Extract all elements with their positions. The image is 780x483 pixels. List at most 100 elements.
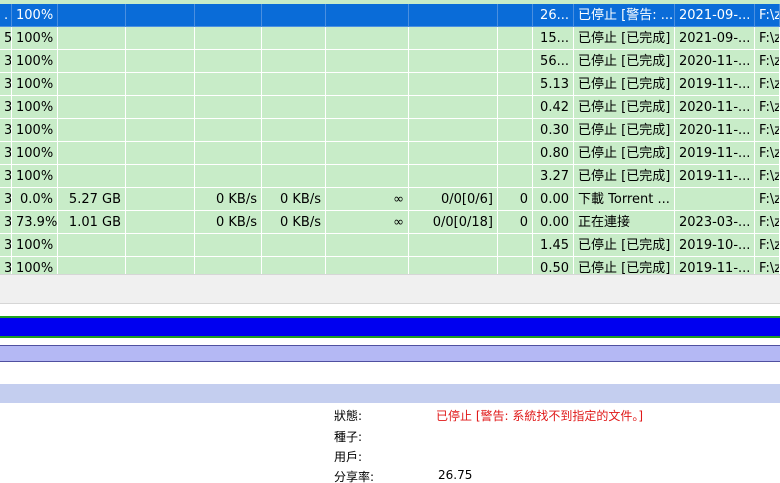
cell-index: 3 [0, 257, 12, 274]
table-row[interactable]: 3 100% 0.42 已停止 [已完成] 2020-11-... F:\z [0, 96, 780, 119]
cell-download-speed [195, 257, 262, 274]
cell-eta: ∞ [326, 188, 409, 211]
cell-upload-speed [262, 142, 326, 165]
cell-blank [126, 142, 195, 165]
share-ratio-label: 分享率: [334, 470, 375, 483]
cell-status: 已停止 [已完成] [574, 165, 675, 188]
download-progress-bar [0, 316, 780, 338]
cell-peers [498, 27, 533, 50]
cell-ratio: 1.45 [533, 234, 574, 257]
cell-ratio: 26... [533, 4, 574, 27]
cell-path: F:\z [755, 73, 780, 96]
table-row[interactable]: 3 73.9% 1.01 GB 0 KB/s 0 KB/s ∞ 0/0[0/18] 0 0.00… [0, 211, 780, 234]
cell-download-speed [195, 234, 262, 257]
cell-size: 5.27 GB [58, 188, 126, 211]
status-label: 狀態: [334, 409, 363, 423]
cell-size [58, 4, 126, 27]
cell-path: F:\z [755, 4, 780, 27]
cell-progress: 100% [12, 73, 58, 96]
cell-peers [498, 165, 533, 188]
cell-added-date: 2019-10-... [675, 234, 755, 257]
cell-status: 已停止 [已完成] [574, 27, 675, 50]
cell-download-speed [195, 27, 262, 50]
cell-blank [126, 73, 195, 96]
cell-download-speed [195, 4, 262, 27]
cell-peers [498, 4, 533, 27]
cell-index: 3 [0, 119, 12, 142]
cell-size [58, 257, 126, 274]
cell-progress: 100% [12, 142, 58, 165]
cell-index: 3 [0, 73, 12, 96]
cell-status: 下載 Torrent ... [574, 188, 675, 211]
cell-progress: 73.9% [12, 211, 58, 234]
cell-blank [126, 211, 195, 234]
horizontal-scrollbar[interactable] [0, 274, 780, 304]
availability-bar [0, 345, 780, 362]
user-label: 用戶: [334, 450, 363, 464]
cell-status: 已停止 [已完成] [574, 73, 675, 96]
cell-added-date: 2019-11-... [675, 73, 755, 96]
cell-size [58, 142, 126, 165]
cell-progress: 100% [12, 119, 58, 142]
cell-status: 正在連接 [574, 211, 675, 234]
cell-size [58, 165, 126, 188]
cell-upload-speed [262, 257, 326, 274]
cell-added-date: 2021-09-... [675, 27, 755, 50]
cell-status: 已停止 [已完成] [574, 234, 675, 257]
cell-peers [498, 50, 533, 73]
table-row[interactable]: 3 100% 0.80 已停止 [已完成] 2019-11-... F:\z [0, 142, 780, 165]
table-row[interactable]: 3 100% 56... 已停止 [已完成] 2020-11-... F:\z [0, 50, 780, 73]
cell-upload-speed: 0 KB/s [262, 211, 326, 234]
cell-blank [126, 119, 195, 142]
cell-index: 5 [0, 27, 12, 50]
torrent-list-table[interactable]: . 100% 26... 已停止 [警告: ... 2021-09-... F:\z 5 10… [0, 0, 780, 274]
cell-eta [326, 96, 409, 119]
table-row[interactable]: 3 0.0% 5.27 GB 0 KB/s 0 KB/s ∞ 0/0[0/6] 0 0.00 下載… [0, 188, 780, 211]
cell-download-speed [195, 119, 262, 142]
cell-seeds [409, 234, 498, 257]
cell-download-speed [195, 73, 262, 96]
cell-seeds [409, 142, 498, 165]
cell-ratio: 15... [533, 27, 574, 50]
cell-added-date: 2019-11-... [675, 142, 755, 165]
cell-progress: 100% [12, 27, 58, 50]
cell-path: F:\z [755, 27, 780, 50]
cell-size [58, 50, 126, 73]
cell-path: F:\z [755, 211, 780, 234]
cell-eta [326, 73, 409, 96]
table-row[interactable]: . 100% 26... 已停止 [警告: ... 2021-09-... F:\z [0, 4, 780, 27]
cell-index: 3 [0, 234, 12, 257]
table-row[interactable]: 3 100% 1.45 已停止 [已完成] 2019-10-... F:\z [0, 234, 780, 257]
app-window: . 100% 26... 已停止 [警告: ... 2021-09-... F:\z 5 10… [0, 0, 780, 483]
cell-eta [326, 165, 409, 188]
cell-download-speed [195, 142, 262, 165]
cell-added-date: 2023-03-... [675, 211, 755, 234]
table-row[interactable]: 3 100% 0.50 已停止 [已完成] 2019-11-... F:\z [0, 257, 780, 274]
table-row[interactable]: 3 100% 5.13 已停止 [已完成] 2019-11-... F:\z [0, 73, 780, 96]
cell-progress: 100% [12, 96, 58, 119]
cell-index: . [0, 4, 12, 27]
cell-seeds: 0/0[0/18] [409, 211, 498, 234]
cell-status: 已停止 [已完成] [574, 119, 675, 142]
cell-blank [126, 257, 195, 274]
cell-path: F:\z [755, 96, 780, 119]
cell-eta [326, 27, 409, 50]
cell-size [58, 27, 126, 50]
cell-ratio: 0.42 [533, 96, 574, 119]
cell-blank [126, 4, 195, 27]
cell-ratio: 3.27 [533, 165, 574, 188]
seed-label: 種子: [334, 430, 363, 444]
table-row[interactable]: 5 100% 15... 已停止 [已完成] 2021-09-... F:\z [0, 27, 780, 50]
cell-peers [498, 234, 533, 257]
table-row[interactable]: 3 100% 3.27 已停止 [已完成] 2019-11-... F:\z [0, 165, 780, 188]
cell-size [58, 96, 126, 119]
cell-path: F:\z [755, 50, 780, 73]
cell-seeds [409, 73, 498, 96]
cell-index: 3 [0, 96, 12, 119]
table-row[interactable]: 3 100% 0.30 已停止 [已完成] 2020-11-... F:\z [0, 119, 780, 142]
cell-progress: 100% [12, 50, 58, 73]
cell-progress: 100% [12, 234, 58, 257]
cell-seeds [409, 96, 498, 119]
cell-added-date: 2020-11-... [675, 119, 755, 142]
cell-upload-speed: 0 KB/s [262, 188, 326, 211]
